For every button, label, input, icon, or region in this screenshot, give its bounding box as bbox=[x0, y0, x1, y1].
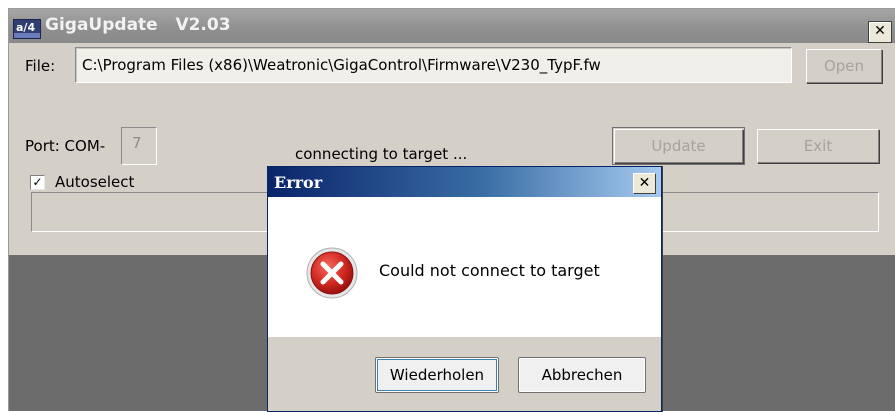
error-dialog: Error ✕ Could not connect to target Wied… bbox=[267, 166, 662, 412]
file-path-field[interactable]: C:\Program Files (x86)\Weatronic\GigaCon… bbox=[75, 47, 792, 83]
port-label: Port: COM- bbox=[25, 137, 106, 155]
close-icon: ✕ bbox=[874, 23, 886, 39]
com-port-field[interactable]: 7 bbox=[121, 127, 157, 165]
autoselect-checkbox[interactable]: ✓ bbox=[30, 175, 45, 190]
dialog-message: Could not connect to target bbox=[379, 261, 600, 280]
error-circle-x-icon bbox=[306, 247, 358, 299]
close-icon: ✕ bbox=[638, 175, 651, 191]
window-title: GigaUpdate V2.03 bbox=[45, 15, 231, 35]
dialog-title: Error bbox=[274, 173, 323, 192]
status-text: connecting to target ... bbox=[295, 145, 468, 163]
dialog-title-bar[interactable]: Error ✕ bbox=[268, 167, 661, 197]
exit-button[interactable]: Exit bbox=[757, 129, 879, 163]
close-button[interactable]: ✕ bbox=[868, 21, 892, 43]
check-icon: ✓ bbox=[32, 175, 43, 189]
title-bar[interactable]: a/4 GigaUpdate V2.03 ✕ bbox=[9, 9, 895, 43]
retry-button[interactable]: Wiederholen bbox=[375, 357, 499, 393]
dialog-close-button[interactable]: ✕ bbox=[633, 173, 656, 194]
open-button[interactable]: Open bbox=[806, 49, 882, 83]
autoselect-label[interactable]: Autoselect bbox=[55, 173, 134, 191]
dialog-body: Could not connect to target bbox=[268, 197, 661, 337]
app-icon-strip bbox=[14, 33, 40, 38]
app-icon: a/4 bbox=[13, 19, 41, 39]
file-label: File: bbox=[25, 57, 56, 75]
com-port-value: 7 bbox=[132, 134, 142, 152]
file-path-value: C:\Program Files (x86)\Weatronic\GigaCon… bbox=[82, 56, 601, 74]
update-button[interactable]: Update bbox=[612, 127, 745, 165]
cancel-button[interactable]: Abbrechen bbox=[518, 357, 646, 393]
